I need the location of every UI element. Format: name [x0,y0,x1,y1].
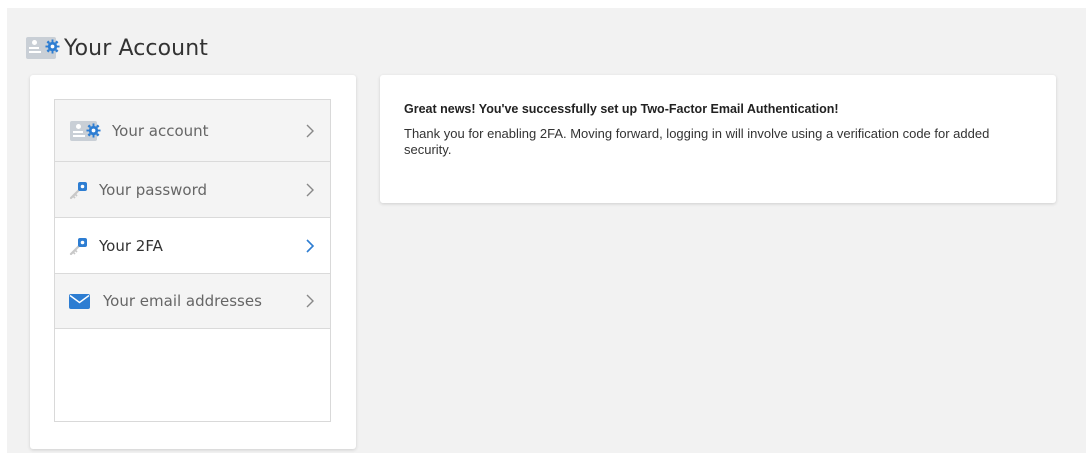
chevron-right-icon [306,238,315,253]
sidebar-card: Your account Your password Your 2FA Your… [30,75,356,449]
id-card-gear-icon [26,37,60,59]
id-card-gear-icon [70,120,101,141]
success-headline: Great news! You've successfully set up T… [404,102,839,116]
chevron-right-icon [306,294,314,308]
sidebar-item-label: Your email addresses [103,292,262,310]
sidebar-menu: Your account Your password Your 2FA Your… [54,99,331,422]
success-message: Thank you for enabling 2FA. Moving forwa… [404,126,990,157]
sidebar-item-your-account[interactable]: Your account [55,100,330,162]
sidebar-item-your-2fa[interactable]: Your 2FA [55,218,330,274]
sidebar-item-your-password[interactable]: Your password [55,162,330,218]
sidebar-item-label: Your account [112,121,209,140]
chevron-right-icon [306,124,314,137]
chevron-right-icon [306,183,314,196]
success-message-card: Great news! You've successfully set up T… [380,75,1056,203]
key-icon [69,237,87,255]
page-title: Your Account [64,35,208,61]
key-icon [69,181,87,199]
sidebar-item-your-email-addresses[interactable]: Your email addresses [55,274,330,329]
sidebar-item-label: Your password [99,180,208,199]
envelope-icon [69,293,90,309]
page-background: Your Account Your account Your password … [7,8,1086,453]
page-header: Your Account [26,34,208,62]
sidebar-item-label: Your 2FA [99,236,163,255]
